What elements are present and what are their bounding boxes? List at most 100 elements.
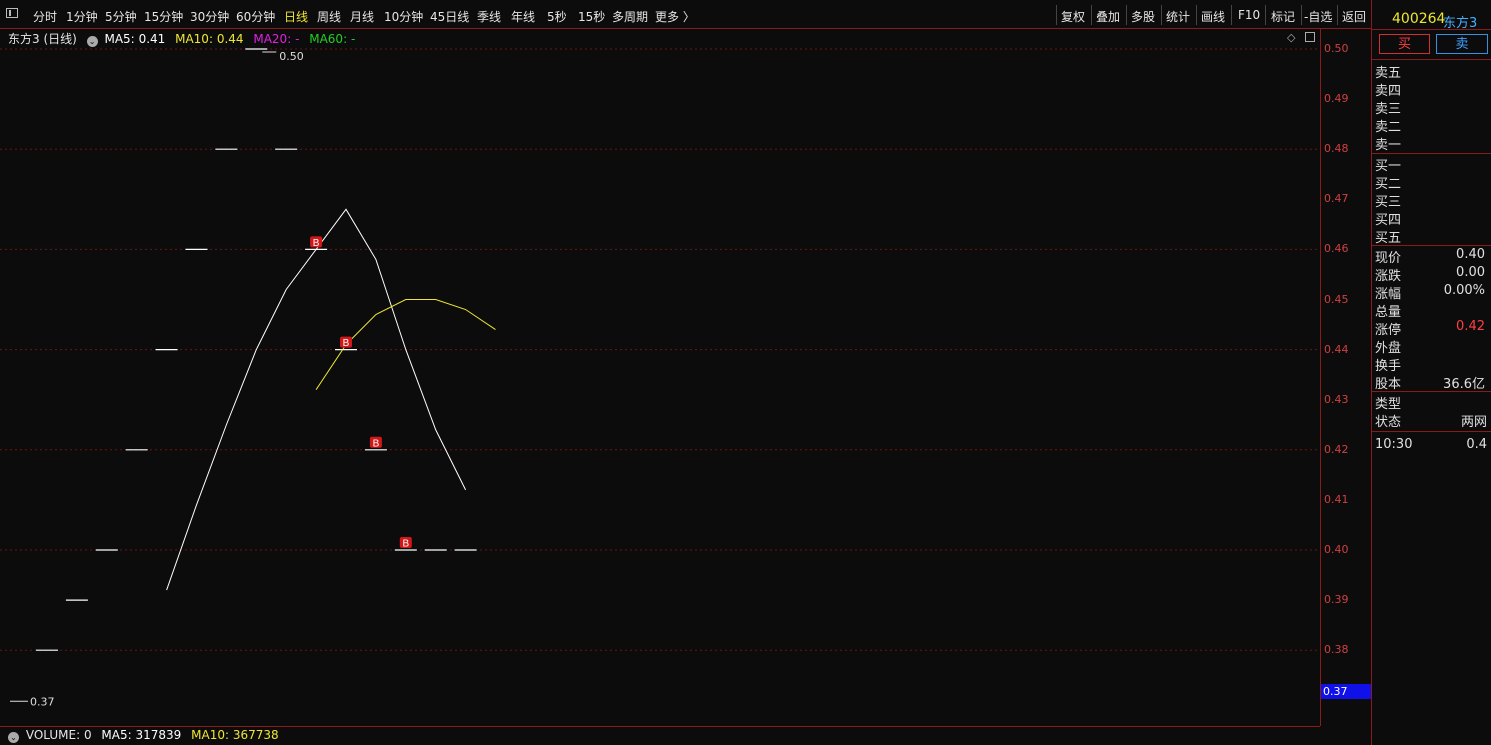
tab-45day[interactable]: 45日线	[430, 8, 469, 25]
toolbar-divider	[1161, 5, 1162, 25]
type-label: 类型	[1375, 397, 1402, 412]
tab-30min[interactable]: 30分钟	[190, 8, 229, 25]
panel-divider	[1372, 59, 1491, 60]
quote-label-turnover: 换手	[1375, 359, 1402, 374]
tab-multi-period[interactable]: 多周期	[612, 8, 648, 25]
y-tick-label: 0.41	[1324, 492, 1349, 506]
buy-level-5: 买五	[1375, 231, 1402, 246]
y-tick-label: 0.48	[1324, 142, 1349, 156]
tab-60min[interactable]: 60分钟	[236, 8, 275, 25]
watchlist-remove-button[interactable]: -自选	[1304, 8, 1332, 25]
toolbar-divider	[1231, 5, 1232, 25]
sell-level-5: 卖五	[1375, 66, 1402, 81]
price-axis	[1321, 29, 1370, 745]
quote-label-volume: 总量	[1375, 305, 1402, 320]
tab-15min[interactable]: 15分钟	[144, 8, 183, 25]
tab-quarterly[interactable]: 季线	[477, 8, 501, 25]
back-button[interactable]: 返回	[1342, 8, 1366, 25]
tab-15sec[interactable]: 15秒	[578, 8, 605, 25]
tick-time: 10:30	[1375, 437, 1413, 452]
quote-value-change: 0.00	[1456, 265, 1485, 280]
toolbar-divider	[1301, 5, 1302, 25]
tab-weekly[interactable]: 周线	[317, 8, 341, 25]
buy-level-3: 买三	[1375, 195, 1402, 210]
y-tick-label: 0.47	[1324, 192, 1349, 206]
tab-daily[interactable]: 日线	[284, 8, 308, 25]
quote-value-shares: 36.6亿	[1443, 377, 1485, 392]
buy-level-1: 买一	[1375, 159, 1402, 174]
panel-divider	[1372, 245, 1491, 246]
toolbar-divider	[1196, 5, 1197, 25]
quote-label-outer: 外盘	[1375, 341, 1402, 356]
buy-level-2: 买二	[1375, 177, 1402, 192]
buy-signal-label: B	[402, 539, 409, 550]
low-marker-label: 0.37	[30, 695, 55, 708]
buy-signal-label: B	[373, 438, 380, 449]
quote-label-shares: 股本	[1375, 377, 1402, 392]
multi-stock-button[interactable]: 多股	[1131, 8, 1155, 25]
tab-yearly[interactable]: 年线	[511, 8, 535, 25]
sell-level-1: 卖一	[1375, 138, 1402, 153]
quote-value-limit-up: 0.42	[1456, 319, 1485, 334]
draw-line-button[interactable]: 画线	[1201, 8, 1225, 25]
f10-button[interactable]: F10	[1238, 8, 1260, 22]
y-tick-label: 0.49	[1324, 92, 1349, 106]
quote-value-price: 0.40	[1456, 247, 1485, 262]
tab-5sec[interactable]: 5秒	[547, 8, 567, 25]
y-tick-label: 0.39	[1324, 593, 1349, 607]
quote-label-pct: 涨幅	[1375, 287, 1402, 302]
mark-button[interactable]: 标记	[1271, 8, 1295, 25]
volume-separator	[0, 726, 1320, 727]
statistics-button[interactable]: 统计	[1166, 8, 1190, 25]
quote-value-pct: 0.00%	[1443, 283, 1485, 298]
sidebar-toggle-icon[interactable]	[6, 8, 18, 18]
period-toolbar: 分时 1分钟 5分钟 15分钟 30分钟 60分钟 日线 周线 月线 10分钟 …	[0, 0, 1371, 29]
panel-divider	[1372, 153, 1491, 154]
sell-button[interactable]: 卖	[1436, 34, 1488, 54]
quote-panel: 400264 东方3 买 卖 卖五 卖四 卖三 卖二 卖一 买一 买二 买三 买…	[1371, 0, 1491, 745]
toolbar-divider	[1337, 5, 1338, 25]
buy-signal-label: B	[313, 238, 320, 249]
tab-1min[interactable]: 1分钟	[66, 8, 98, 25]
quote-label-limit-up: 涨停	[1375, 323, 1402, 338]
vol-ma10-label: MA10:	[191, 728, 230, 742]
volume-label: VOLUME:	[25, 728, 81, 742]
buy-level-4: 买四	[1375, 213, 1402, 228]
toolbar-divider	[1126, 5, 1127, 25]
quote-label-change: 涨跌	[1375, 269, 1402, 284]
vol-ma5-label: MA5:	[101, 728, 132, 742]
status-value: 两网	[1460, 415, 1487, 430]
vol-ma5-value: 317839	[135, 728, 182, 742]
sell-level-2: 卖二	[1375, 120, 1402, 135]
toolbar-divider	[1056, 5, 1057, 25]
overlay-button[interactable]: 叠加	[1096, 8, 1120, 25]
toolbar-divider	[1265, 5, 1266, 25]
volume-value: 0	[83, 728, 92, 742]
y-tick-label: 0.43	[1324, 392, 1349, 406]
collapse-icon[interactable]: ⌄	[8, 732, 19, 743]
kline-plot: B B B B 0.50 0.37	[0, 48, 1320, 708]
ma5-line	[166, 208, 467, 591]
tab-10min[interactable]: 10分钟	[384, 8, 423, 25]
last-price-tag: 0.37	[1321, 684, 1371, 699]
quote-label-price: 现价	[1375, 251, 1402, 266]
y-tick-label: 0.38	[1324, 643, 1349, 657]
y-tick-label: 0.45	[1324, 292, 1349, 306]
stock-code: 400264	[1392, 11, 1446, 27]
tab-more[interactable]: 更多 〉	[655, 8, 695, 25]
vol-ma10-value: 367738	[232, 728, 279, 742]
tick-price: 0.4	[1466, 437, 1487, 452]
high-marker-label: 0.50	[279, 50, 304, 63]
toolbar-divider	[1091, 5, 1092, 25]
sell-level-4: 卖四	[1375, 84, 1402, 99]
volume-header: ⌄ VOLUME: 0 MA5: 317839 MA10: 367738	[8, 728, 279, 743]
tab-intraday[interactable]: 分时	[33, 8, 57, 25]
y-tick-label: 0.42	[1324, 442, 1349, 456]
buy-button[interactable]: 买	[1379, 34, 1430, 54]
buy-signal-label: B	[343, 338, 350, 349]
y-tick-label: 0.44	[1324, 342, 1349, 356]
tab-5min[interactable]: 5分钟	[105, 8, 137, 25]
tab-monthly[interactable]: 月线	[350, 8, 374, 25]
y-tick-label: 0.40	[1324, 543, 1349, 556]
restore-rights-button[interactable]: 复权	[1061, 8, 1085, 25]
